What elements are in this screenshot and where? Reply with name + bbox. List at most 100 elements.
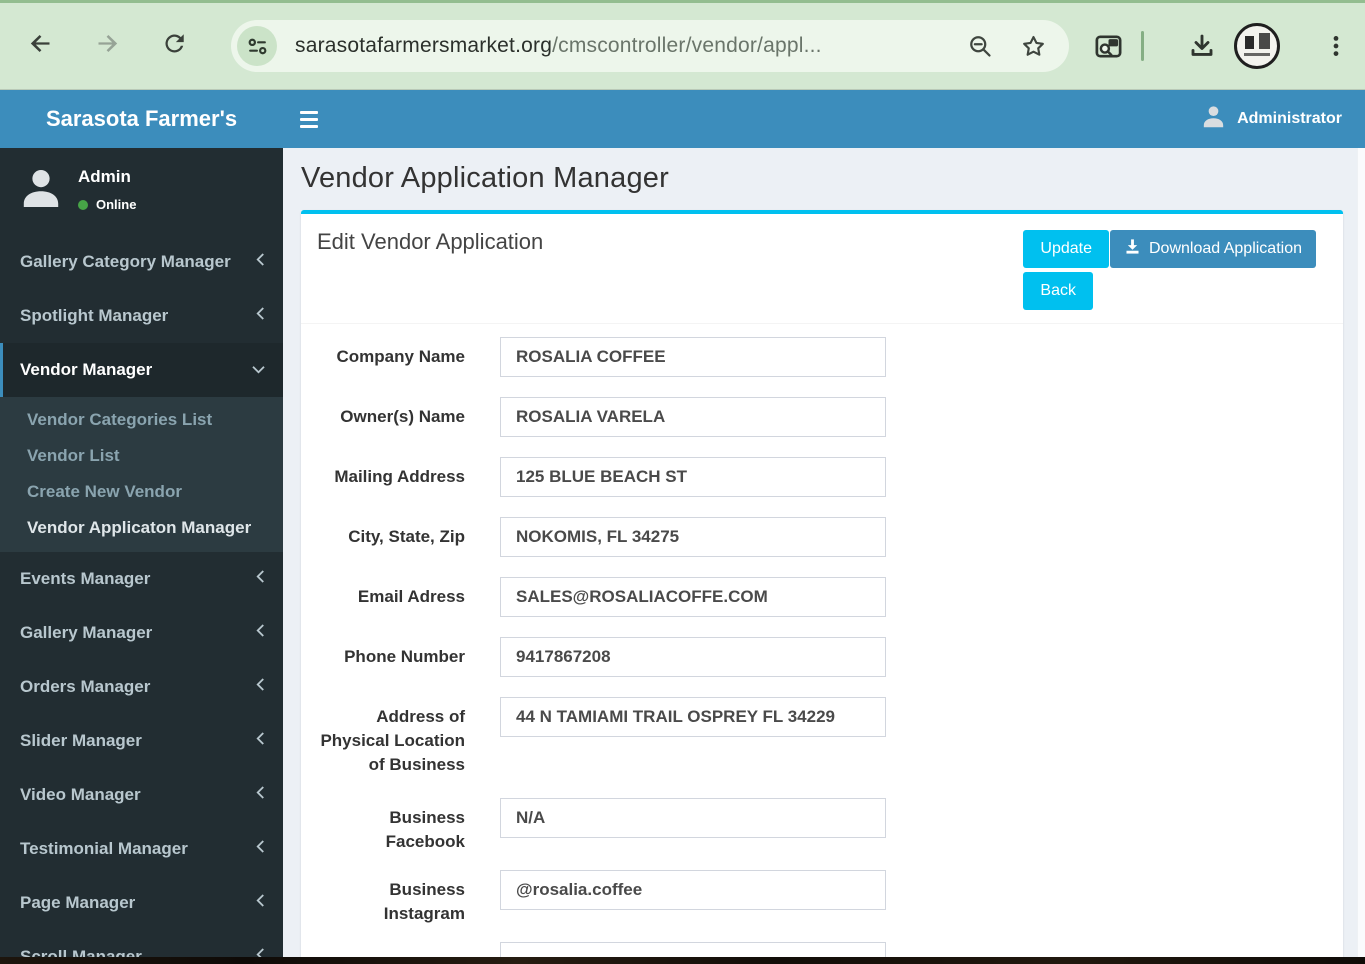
company-name-label: Company Name [336, 347, 465, 366]
sidebar-item-vendor-manager[interactable]: Vendor Manager [0, 343, 283, 397]
form-row: Business Facebook [318, 798, 1327, 854]
browser-toolbar: sarasotafarmersmarket.org/cmscontroller/… [0, 0, 1365, 90]
admin-avatar-icon [1200, 103, 1227, 135]
chevron-left-icon [255, 893, 266, 913]
url-text: sarasotafarmersmarket.org/cmscontroller/… [295, 34, 941, 58]
download-icon [1124, 238, 1141, 260]
phone-number-label: Phone Number [344, 647, 465, 666]
chevron-down-icon [251, 360, 266, 380]
chevron-left-icon [255, 839, 266, 859]
sidebar-item-label: Events Manager [20, 569, 151, 588]
business-facebook-label: Business Facebook [385, 808, 465, 851]
url-path: /cmscontroller/vendor/appl... [552, 34, 822, 57]
city-state-zip-label: City, State, Zip [348, 527, 465, 546]
main-content: Vendor Application Manager Edit Vendor A… [283, 148, 1365, 957]
site-settings-icon[interactable] [237, 26, 277, 66]
card-header: Edit Vendor Application Update Download … [301, 214, 1343, 324]
download-button-label: Download Application [1149, 240, 1302, 257]
address-bar[interactable]: sarasotafarmersmarket.org/cmscontroller/… [231, 20, 1069, 72]
form-row: Company Name [318, 337, 1327, 377]
business-instagram-input[interactable] [500, 870, 886, 910]
sidebar-subitem-create-new-vendor[interactable]: Create New Vendor [0, 474, 283, 510]
sidebar-toggle-button[interactable] [300, 102, 334, 136]
business-facebook-input[interactable] [500, 798, 886, 838]
chevron-left-icon [255, 731, 266, 751]
browser-reload-button[interactable] [146, 18, 202, 74]
form-row: Owner(s) Name [318, 397, 1327, 437]
form-row: Phone Number [318, 637, 1327, 677]
browser-back-button[interactable] [12, 18, 68, 74]
topnav-user-menu[interactable]: Administrator [1200, 103, 1342, 135]
sidebar-item-testimonial-manager[interactable]: Testimonial Manager [0, 822, 283, 876]
sidebar-item-gallery-category-manager[interactable]: Gallery Category Manager [0, 235, 283, 289]
sidebar-item-label: Gallery Manager [20, 623, 153, 642]
sidebar-item-label: Slider Manager [20, 731, 142, 750]
mailing-address-input[interactable] [500, 457, 886, 497]
sidebar-item-video-manager[interactable]: Video Manager [0, 768, 283, 822]
email-address-label: Email Adress [357, 587, 465, 606]
next-field-input-partial[interactable] [500, 942, 886, 957]
sidebar-item-label: Orders Manager [20, 677, 151, 696]
sidebar-subitem-vendor-categories-list[interactable]: Vendor Categories List [0, 402, 283, 438]
user-avatar-icon [17, 164, 65, 217]
sidebar-subitem-vendor-application-manager[interactable]: Vendor Applicaton Manager [0, 510, 283, 546]
owners-name-label: Owner(s) Name [340, 407, 465, 426]
toolbar-divider-icon [1141, 31, 1144, 61]
online-dot-icon [78, 199, 88, 210]
downloads-icon[interactable] [1187, 31, 1217, 61]
download-application-button[interactable]: Download Application [1110, 230, 1316, 268]
card-actions: Update Download Application Back [1023, 230, 1316, 310]
form-row: Mailing Address [318, 457, 1327, 497]
form-row: Business Instagram [318, 870, 1327, 926]
browser-profile-avatar[interactable] [1234, 23, 1280, 69]
update-button[interactable]: Update [1023, 230, 1109, 268]
chevron-left-icon [255, 785, 266, 805]
user-status[interactable]: Online [78, 197, 136, 212]
reload-icon [161, 30, 188, 62]
sidebar-item-page-manager[interactable]: Page Manager [0, 876, 283, 930]
physical-location-label: Address of Physical Location of Business [320, 707, 465, 774]
zoom-level-icon[interactable] [967, 33, 994, 60]
browser-menu-icon[interactable] [1323, 33, 1349, 59]
form-row-partial [318, 942, 1327, 957]
desktop-edge [0, 957, 1365, 964]
sidebar-menu: Gallery Category Manager Spotlight Manag… [0, 235, 283, 964]
sidebar-item-orders-manager[interactable]: Orders Manager [0, 660, 283, 714]
user-panel: Admin Online [0, 148, 283, 231]
vendor-application-form: Company Name Owner(s) Name Mailing Addre… [301, 324, 1343, 957]
business-instagram-label: Business Instagram [383, 880, 465, 923]
phone-number-input[interactable] [500, 637, 886, 677]
chevron-left-icon [255, 569, 266, 589]
next-field-label [318, 942, 465, 957]
company-name-input[interactable] [500, 337, 886, 377]
form-row: Email Adress [318, 577, 1327, 617]
page-scrollbar[interactable] [1357, 148, 1365, 957]
back-button[interactable]: Back [1023, 272, 1093, 310]
sidebar-subitem-vendor-list[interactable]: Vendor List [0, 438, 283, 474]
toolbar-actions [1093, 23, 1349, 69]
owners-name-input[interactable] [500, 397, 886, 437]
chevron-left-icon [255, 623, 266, 643]
city-state-zip-input[interactable] [500, 517, 886, 557]
page-title: Vendor Application Manager [301, 162, 669, 194]
email-address-input[interactable] [500, 577, 886, 617]
browser-forward-button[interactable] [79, 18, 135, 74]
forward-arrow-icon [94, 30, 121, 62]
sidebar-item-events-manager[interactable]: Events Manager [0, 552, 283, 606]
topnav-user-label: Administrator [1237, 110, 1342, 127]
sidebar-item-gallery-manager[interactable]: Gallery Manager [0, 606, 283, 660]
edit-vendor-application-card: Edit Vendor Application Update Download … [301, 210, 1343, 957]
chevron-left-icon [255, 252, 266, 272]
sidebar-item-slider-manager[interactable]: Slider Manager [0, 714, 283, 768]
chevron-left-icon [255, 677, 266, 697]
bookmark-star-icon[interactable] [1020, 33, 1047, 60]
vendor-manager-submenu: Vendor Categories List Vendor List Creat… [0, 397, 283, 552]
physical-location-input[interactable] [500, 697, 886, 737]
sidebar-item-label: Video Manager [20, 785, 141, 804]
sidebar-item-spotlight-manager[interactable]: Spotlight Manager [0, 289, 283, 343]
form-row: City, State, Zip [318, 517, 1327, 557]
user-name: Admin [78, 167, 131, 186]
brand[interactable]: Sarasota Farmer's [0, 90, 283, 148]
side-search-icon[interactable] [1093, 31, 1124, 62]
user-status-label: Online [96, 197, 137, 212]
